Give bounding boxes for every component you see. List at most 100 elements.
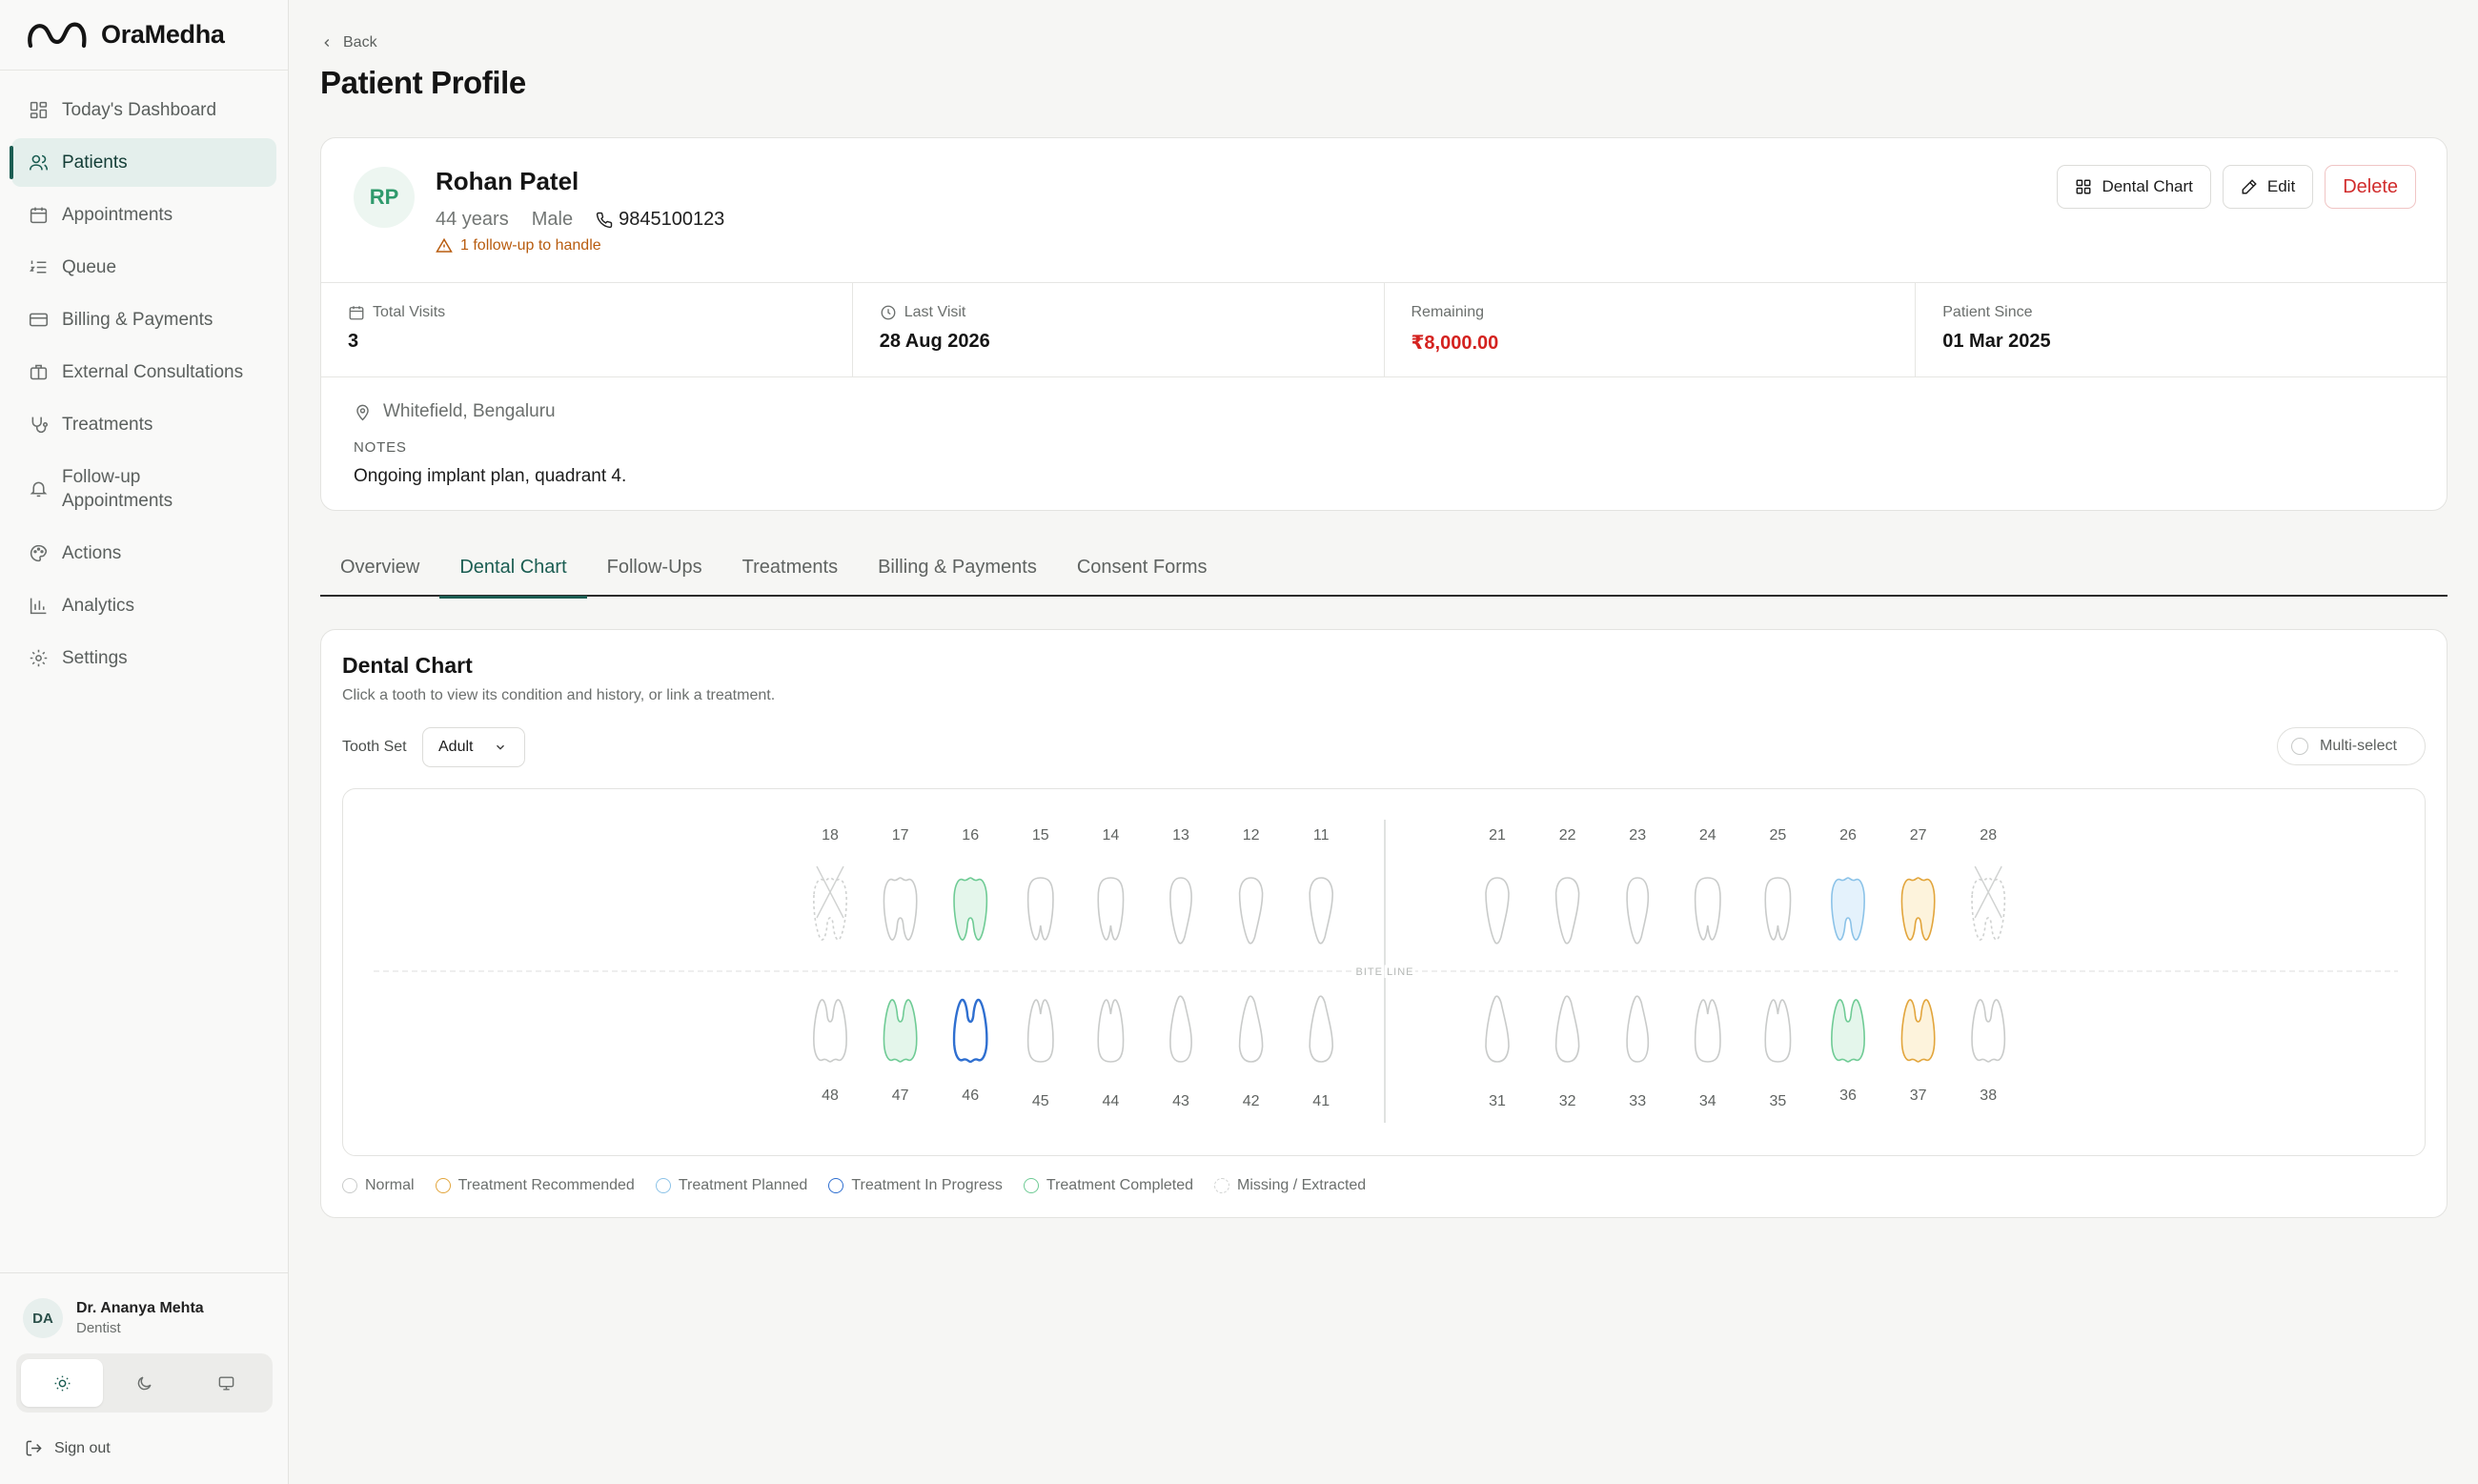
phone-icon — [596, 212, 613, 228]
stat-patient-since: Patient Since 01 Mar 2025 — [1916, 283, 2447, 376]
tooth-37-shape — [1900, 999, 1936, 1063]
tooth-33[interactable]: 33 — [1626, 995, 1650, 1109]
legend-planned: Treatment Planned — [655, 1177, 807, 1194]
tooth-18[interactable]: 18 — [813, 827, 847, 941]
patient-phone[interactable]: 9845100123 — [596, 209, 747, 231]
tooth-12-shape — [1238, 877, 1264, 945]
sign-out-button[interactable]: Sign out — [0, 1413, 289, 1484]
tooth-11[interactable]: 11 — [1309, 827, 1333, 945]
sidebar-item-follow-up-appointments[interactable]: Follow-up Appointments — [11, 453, 276, 525]
tooth-16[interactable]: 16 — [953, 827, 988, 941]
tooth-15-shape — [1026, 877, 1054, 941]
tooth-26[interactable]: 26 — [1831, 827, 1865, 941]
tooth-35[interactable]: 35 — [1764, 999, 1792, 1109]
tab-treatments[interactable]: Treatments — [722, 543, 858, 597]
legend-recommended: Treatment Recommended — [435, 1177, 635, 1194]
sidebar-item-queue[interactable]: Queue — [11, 243, 276, 292]
user-info: Dr. Ananya Mehta Dentist — [63, 1300, 204, 1336]
tooth-12[interactable]: 12 — [1238, 827, 1264, 945]
sidebar-item-settings[interactable]: Settings — [11, 634, 276, 682]
tooth-13[interactable]: 13 — [1169, 827, 1192, 945]
tooth-46[interactable]: 46 — [952, 998, 988, 1104]
warning-icon — [436, 237, 453, 253]
back-label: Back — [343, 34, 377, 51]
tooth-number-label: 26 — [1839, 827, 1857, 844]
tooth-26-shape — [1831, 877, 1865, 941]
dental-chart-title: Dental Chart — [342, 653, 473, 678]
tooth-41[interactable]: 41 — [1309, 995, 1333, 1109]
delete-button[interactable]: Delete — [2325, 165, 2416, 209]
sidebar-item-actions[interactable]: Actions — [11, 529, 276, 578]
tab-billing-payments[interactable]: Billing & Payments — [858, 543, 1057, 597]
tooth-48[interactable]: 48 — [813, 999, 847, 1104]
tooth-27[interactable]: 27 — [1900, 827, 1936, 941]
sidebar-item-label: Queue — [62, 257, 117, 277]
tooth-47[interactable]: 47 — [883, 999, 918, 1104]
sidebar-item-label: Actions — [62, 543, 122, 563]
sidebar-item-analytics[interactable]: Analytics — [11, 581, 276, 630]
user-profile[interactable]: DA Dr. Ananya Mehta Dentist — [0, 1273, 289, 1338]
patient-location: Whitefield, Bengaluru — [354, 401, 556, 422]
tooth-44[interactable]: 44 — [1097, 999, 1125, 1109]
tooth-14[interactable]: 14 — [1097, 827, 1125, 941]
sidebar-item-treatments[interactable]: Treatments — [11, 400, 276, 449]
dark-theme-button[interactable] — [103, 1359, 185, 1407]
tooth-42[interactable]: 42 — [1238, 995, 1264, 1109]
sidebar-item-patients[interactable]: Patients — [10, 138, 276, 187]
patient-tabs: Overview Dental Chart Follow-Ups Treatme… — [320, 543, 2448, 599]
tab-consent-forms[interactable]: Consent Forms — [1057, 543, 1228, 597]
brand[interactable]: OraMedha — [0, 0, 288, 71]
legend-recommended-swatch — [435, 1178, 451, 1193]
follow-up-alert[interactable]: 1 follow-up to handle — [436, 237, 601, 254]
tooth-34[interactable]: 34 — [1694, 999, 1721, 1109]
tooth-23[interactable]: 23 — [1626, 827, 1650, 945]
tooth-set-label: Tooth Set — [342, 739, 407, 755]
tab-overview[interactable]: Overview — [320, 543, 439, 597]
tooth-15[interactable]: 15 — [1026, 827, 1054, 941]
tooth-17[interactable]: 17 — [883, 827, 918, 941]
sidebar-item-billing-payments[interactable]: Billing & Payments — [11, 295, 276, 344]
tooth-25[interactable]: 25 — [1764, 827, 1792, 941]
tab-follow-ups[interactable]: Follow-Ups — [587, 543, 722, 597]
tooth-45[interactable]: 45 — [1026, 999, 1054, 1109]
tooth-number-label: 25 — [1770, 827, 1787, 844]
tooth-number-label: 36 — [1839, 1088, 1857, 1104]
stat-label: Remaining — [1412, 304, 1916, 321]
tooth-set-select[interactable]: Adult — [422, 727, 525, 767]
tooth-31[interactable]: 31 — [1485, 995, 1510, 1109]
tooth-36[interactable]: 36 — [1831, 999, 1865, 1104]
tooth-24[interactable]: 24 — [1694, 827, 1721, 941]
back-link[interactable]: Back — [320, 34, 377, 51]
tooth-number-label: 15 — [1032, 827, 1049, 844]
edit-button[interactable]: Edit — [2222, 165, 2314, 209]
multi-select-toggle[interactable]: Multi-select — [2277, 727, 2426, 765]
multi-select-label: Multi-select — [2320, 738, 2397, 754]
tooth-47-shape — [883, 999, 918, 1063]
sidebar-item-label: External Consultations — [62, 362, 244, 382]
sidebar-item-external-consultations[interactable]: External Consultations — [11, 348, 276, 396]
credit-card-icon — [29, 313, 49, 327]
sidebar-item-label: Analytics — [62, 596, 135, 616]
tab-dental-chart[interactable]: Dental Chart — [439, 543, 587, 599]
notes-text: Ongoing implant plan, quadrant 4. — [354, 466, 627, 486]
dental-chart-button[interactable]: Dental Chart — [2057, 165, 2211, 209]
stat-label: Patient Since — [1942, 304, 2447, 321]
tooth-37[interactable]: 37 — [1900, 999, 1936, 1104]
tooth-38[interactable]: 38 — [1971, 999, 2006, 1104]
sidebar-item-todays-dashboard[interactable]: Today's Dashboard — [11, 86, 276, 134]
tooth-22[interactable]: 22 — [1554, 827, 1580, 945]
system-theme-button[interactable] — [186, 1359, 268, 1407]
tooth-number-label: 28 — [1980, 827, 1997, 844]
stethoscope-icon — [31, 417, 49, 434]
tooth-32[interactable]: 32 — [1554, 995, 1580, 1109]
sidebar-item-label: Appointments — [62, 205, 173, 225]
sidebar-item-appointments[interactable]: Appointments — [11, 191, 276, 239]
tooth-number-label: 37 — [1910, 1088, 1927, 1104]
light-theme-button[interactable] — [21, 1359, 104, 1407]
briefcase-icon — [30, 364, 48, 380]
tooth-28[interactable]: 28 — [1971, 827, 2006, 941]
tooth-21[interactable]: 21 — [1485, 827, 1510, 945]
tooth-25-shape — [1764, 877, 1792, 941]
tooth-number-label: 17 — [892, 827, 909, 844]
tooth-43[interactable]: 43 — [1169, 995, 1192, 1109]
